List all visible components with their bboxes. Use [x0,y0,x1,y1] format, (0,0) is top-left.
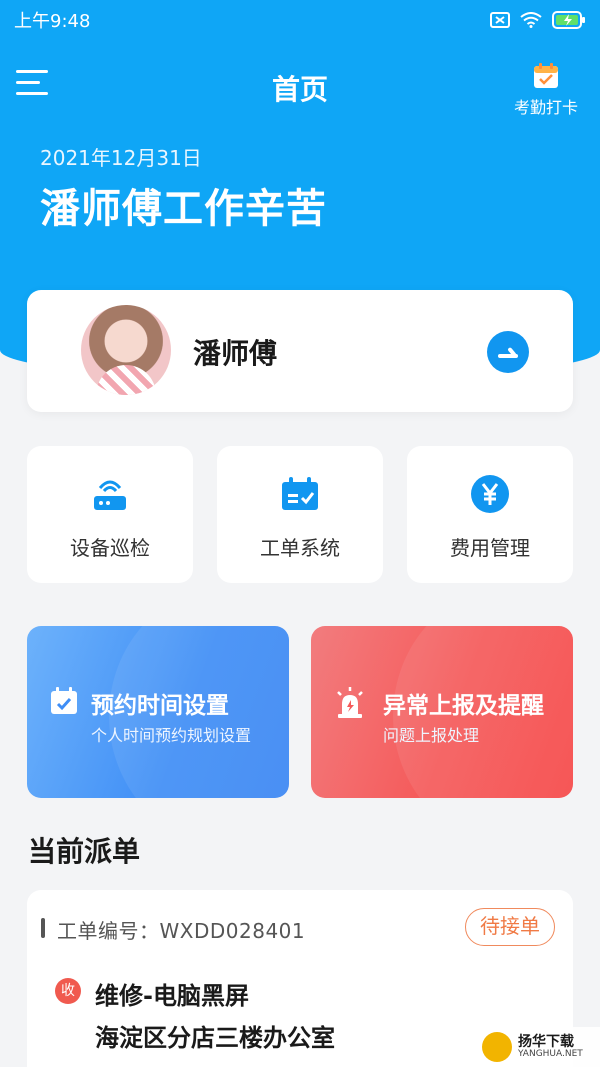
tile-expense-management[interactable]: 费用管理 [407,446,573,583]
order-type-tag: 收 [55,978,81,1004]
hero-date: 2021年12月31日 [40,146,202,170]
tile-label: 费用管理 [450,536,530,560]
router-icon [94,480,126,510]
hero-greeting: 潘师傅工作辛苦 [40,186,327,232]
tile-label: 工单系统 [260,536,340,560]
status-bar: 上午9:48 [0,0,600,40]
avatar [81,305,171,395]
banner-title: 异常上报及提醒 [383,693,544,719]
top-navigation: 首页 考勤打卡 [0,60,600,120]
clockin-button[interactable]: 考勤打卡 [506,62,586,118]
order-number: 工单编号：WXDD028401 [57,919,306,943]
watermark-title: 扬华下载 [518,1034,574,1050]
tile-work-order-system[interactable]: 工单系统 [217,446,383,583]
tile-label: 设备巡检 [70,536,150,560]
current-orders-heading: 当前派单 [28,835,141,868]
status-icons [490,11,586,29]
sim-icon [490,12,510,28]
clockin-label: 考勤打卡 [513,98,578,117]
order-status-badge[interactable]: 待接单 [465,908,555,946]
order-number-marker [41,918,45,938]
calendar-check-icon [534,63,558,88]
yen-icon [471,475,509,513]
exception-report-card[interactable]: 异常上报及提醒 问题上报处理 [311,626,573,798]
wifi-icon [520,12,542,28]
watermark-sub: YANGHUA.NET [518,1049,583,1059]
battery-icon [552,11,585,29]
watermark-logo-icon [482,1032,512,1062]
banner-subtitle: 个人时间预约规划设置 [91,726,252,745]
tile-device-inspection[interactable]: 设备巡检 [27,446,193,583]
order-title: 维修-电脑黑屏 [95,982,249,1010]
watermark-logo: 扬华下载 YANGHUA.NET [476,1027,600,1067]
calendar-check-icon [51,687,77,714]
profile-card[interactable]: 潘师傅 [27,290,573,412]
status-time: 上午9:48 [14,11,91,32]
alarm-icon [337,687,363,718]
order-address: 海淀区分店三楼办公室 [95,1024,335,1052]
calendar-check-icon [282,477,318,510]
banner-subtitle: 问题上报处理 [383,726,480,745]
profile-name: 潘师傅 [193,337,278,370]
appointment-settings-card[interactable]: 预约时间设置 个人时间预约规划设置 [27,626,289,798]
profile-arrow-icon[interactable] [487,331,529,373]
banner-title: 预约时间设置 [91,693,229,719]
